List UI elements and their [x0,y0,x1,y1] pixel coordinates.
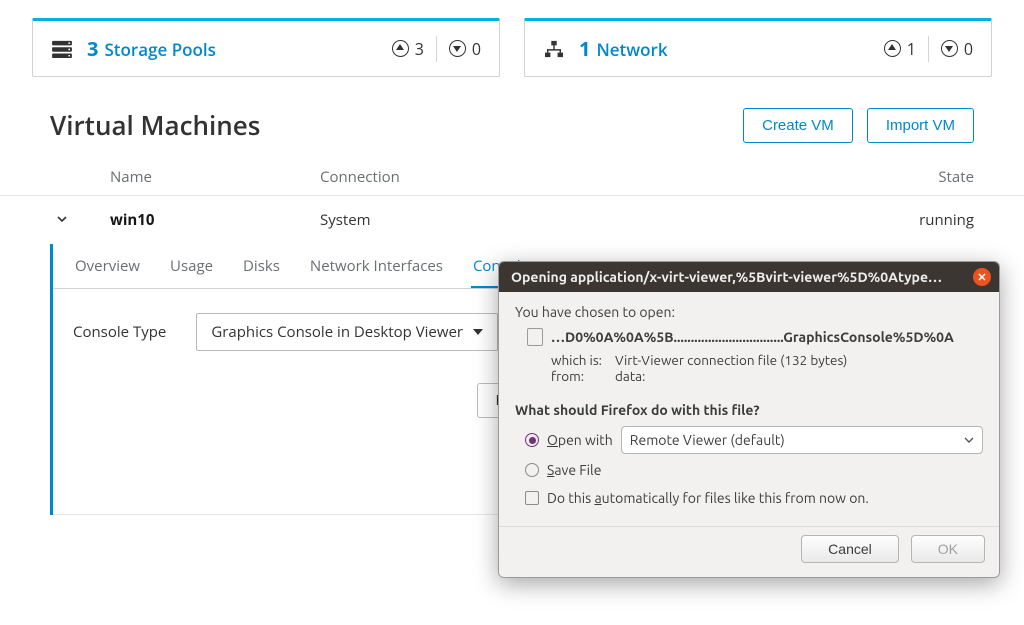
page-title: Virtual Machines [50,107,260,143]
summary-cards: 3Storage Pools 3 0 1Network 1 0 [0,0,1024,77]
dialog-question: What should Firefox do with this file? [515,402,983,418]
open-with-app-value: Remote Viewer (default) [630,432,785,448]
col-header-connection: Connection [320,167,894,187]
storage-icon [51,40,73,58]
storage-down-stat: 0 [449,38,481,60]
open-with-radio[interactable] [525,433,539,447]
vm-section-header: Virtual Machines Create VM Import VM [0,77,1024,153]
save-file-label: Save File [547,462,601,478]
storage-up-stat: 3 [392,38,424,60]
network-icon [543,40,565,58]
tab-overview[interactable]: Overview [73,244,142,288]
tab-disks[interactable]: Disks [241,244,282,288]
vm-row[interactable]: win10 System running [0,196,1024,244]
vm-table-header: Name Connection State [0,153,1024,196]
chevron-down-icon [964,432,974,448]
storage-pools-card[interactable]: 3Storage Pools 3 0 [32,18,500,77]
cancel-button[interactable]: Cancel [801,535,899,563]
tab-usage[interactable]: Usage [168,244,215,288]
import-vm-button[interactable]: Import VM [867,108,974,143]
create-vm-button[interactable]: Create VM [743,108,853,143]
network-title: 1Network [579,35,668,62]
save-file-radio[interactable] [525,463,539,477]
dialog-from: from:data: [551,368,983,384]
vm-state: running [894,210,974,230]
col-header-name: Name [110,167,320,187]
open-with-label: Open with [547,432,613,448]
dialog-which-is: which is:Virt-Viewer connection file (13… [551,352,983,368]
auto-checkbox[interactable] [525,491,539,505]
expand-toggle[interactable] [56,210,68,230]
network-up-stat: 1 [884,38,916,60]
chevron-down-icon [473,329,483,335]
storage-pools-count: 3 [87,35,98,62]
arrow-up-circle-icon [884,40,901,57]
download-dialog: Opening application/x-virt-viewer,%5Bvir… [498,261,1000,578]
open-with-row[interactable]: Open with Remote Viewer (default) [525,426,983,454]
save-file-row[interactable]: Save File [525,462,983,478]
storage-pools-title: 3Storage Pools [87,35,216,62]
auto-checkbox-row[interactable]: Do this automatically for files like thi… [525,490,983,506]
network-count: 1 [579,35,590,62]
ok-button[interactable]: OK [911,535,985,563]
arrow-up-circle-icon [392,40,409,57]
tab-network-interfaces[interactable]: Network Interfaces [308,244,445,288]
dialog-title: Opening application/x-virt-viewer,%5Bvir… [511,269,942,285]
vm-connection: System [320,210,894,230]
open-with-app-select[interactable]: Remote Viewer (default) [621,426,983,454]
dialog-filename-row: …D0%0A%0A%5B............................… [527,328,983,346]
col-header-state: State [894,167,974,187]
console-type-value: Graphics Console in Desktop Viewer [211,322,463,342]
file-icon [527,328,543,346]
dialog-filename: …D0%0A%0A%5B............................… [551,329,954,345]
console-type-select[interactable]: Graphics Console in Desktop Viewer [196,313,498,351]
close-icon[interactable]: ✕ [973,268,991,286]
console-type-label: Console Type [73,322,166,342]
arrow-down-circle-icon [449,40,466,57]
dialog-titlebar[interactable]: Opening application/x-virt-viewer,%5Bvir… [499,262,999,292]
network-down-stat: 0 [941,38,973,60]
arrow-down-circle-icon [941,40,958,57]
network-card[interactable]: 1Network 1 0 [524,18,992,77]
vm-name: win10 [110,210,320,230]
auto-label: Do this automatically for files like thi… [547,490,869,506]
dialog-intro-text: You have chosen to open: [515,304,983,320]
